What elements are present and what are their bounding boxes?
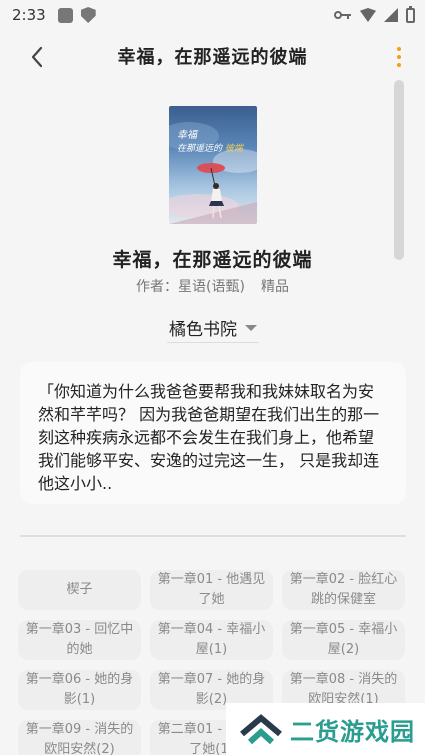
status-bar: 2:33 [0, 0, 425, 30]
page-title: 幸福，在那遥远的彼端 [117, 47, 308, 68]
key-icon [334, 11, 351, 19]
cover-title-text: 幸福 在那遥远的 彼端 [177, 130, 243, 154]
battery-icon [406, 5, 415, 23]
back-arrow-icon [31, 46, 43, 68]
top-bar: 幸福，在那遥远的彼端 [0, 30, 425, 82]
chapter-item[interactable]: 第一章09 - 消失的欧阳安然(2) [18, 720, 141, 755]
book-author: 作者：星语(语甄) [136, 279, 245, 295]
chapter-item[interactable]: 第一章02 - 脸红心跳的保健室 [282, 570, 405, 610]
chapter-item[interactable]: 第一章01 - 他遇见了她 [150, 570, 273, 610]
source-selected-label: 橘色书院 [169, 320, 237, 340]
back-button[interactable] [22, 42, 52, 72]
more-dot-icon [397, 63, 401, 67]
book-tag: 精品 [260, 279, 289, 295]
status-time: 2:33 [12, 6, 46, 24]
chapter-item[interactable]: 第一章04 - 幸福小屋(1) [150, 620, 273, 660]
wifi-icon [360, 8, 376, 22]
source-dropdown[interactable]: 橘色书院 [167, 313, 259, 343]
status-icons [334, 5, 415, 23]
watermark-logo-icon [240, 714, 282, 745]
more-dot-icon [397, 55, 401, 59]
chevron-down-icon [245, 324, 257, 331]
book-meta: 作者：星语(语甄) 精品 [0, 276, 425, 296]
scrollbar[interactable] [394, 80, 404, 260]
notification-icon [57, 7, 73, 23]
watermark-text: 二货游戏园 [290, 717, 415, 746]
signal-icon [384, 8, 398, 22]
chapter-item[interactable]: 第一章06 - 她的身影(1) [18, 670, 141, 710]
summary-text: 「你知道为什么我爸爸要帮我和我妹妹取名为安然和芊芊吗？ 因为我爸爸期望在我们出生… [38, 382, 380, 493]
book-cover[interactable]: 幸福 在那遥远的 彼端 [169, 106, 257, 224]
chapter-item[interactable]: 楔子 [18, 570, 141, 610]
divider [20, 535, 406, 537]
summary-card: 「你知道为什么我爸爸要帮我和我妹妹取名为安然和芊芊吗？ 因为我爸爸期望在我们出生… [20, 362, 406, 504]
book-title: 幸福，在那遥远的彼端 [112, 249, 313, 271]
more-dot-icon [397, 47, 401, 51]
shield-icon [80, 7, 96, 23]
chapter-item[interactable]: 第一章05 - 幸福小屋(2) [282, 620, 405, 660]
watermark: 二货游戏园 [226, 703, 425, 755]
more-menu-button[interactable] [391, 42, 407, 72]
cover-illustration [169, 122, 257, 224]
chapter-item[interactable]: 第一章03 - 回忆中的她 [18, 620, 141, 660]
